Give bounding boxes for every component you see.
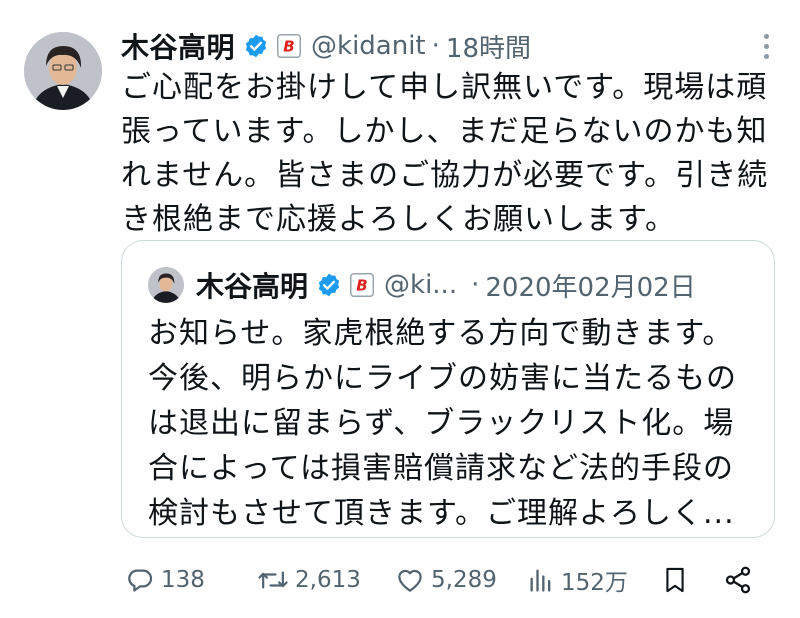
bookmark-icon xyxy=(661,564,689,596)
bushiroad-b-icon: B xyxy=(277,34,302,58)
quoted-avatar xyxy=(148,267,184,303)
views-button[interactable]: 152万 xyxy=(527,560,628,600)
like-count: 5,289 xyxy=(431,567,497,593)
quoted-tweet-text: お知らせ。家虎根絶する方向で動きます。今後、明らかにライブの妨害に当たるものは退… xyxy=(148,316,737,531)
like-button[interactable]: 5,289 xyxy=(395,560,497,600)
avatar[interactable] xyxy=(24,32,102,110)
tweet-text: ご心配をお掛けして申し訳無いです。現場は頑張っています。しかし、まだ足らないのか… xyxy=(121,70,769,237)
bookmark-button[interactable] xyxy=(661,560,689,600)
quoted-tweet-card[interactable]: 木谷高明 B @ki... · 2020年02月02日 お知らせ。家虎根絶する方… xyxy=(121,240,775,538)
action-bar: 138 2,613 5,289 152万 xyxy=(121,560,781,600)
svg-text:B: B xyxy=(283,38,294,56)
share-icon xyxy=(723,565,753,595)
like-icon xyxy=(395,565,425,595)
svg-text:B: B xyxy=(356,277,367,295)
bushiroad-b-icon: B xyxy=(350,273,375,297)
views-count: 152万 xyxy=(561,570,628,596)
views-icon xyxy=(527,565,555,595)
retweet-icon xyxy=(257,565,289,595)
separator-dot: · xyxy=(431,31,440,61)
verified-icon xyxy=(243,33,269,59)
quoted-tweet-header: 木谷高明 B @ki... · 2020年02月02日 xyxy=(148,265,756,305)
reply-count: 138 xyxy=(161,567,205,593)
retweet-count: 2,613 xyxy=(295,567,361,593)
retweet-button[interactable]: 2,613 xyxy=(257,560,361,600)
quoted-author-name: 木谷高明 xyxy=(196,270,309,303)
author-handle[interactable]: @kidanit xyxy=(311,31,426,61)
quoted-date: 2020年02月02日 xyxy=(485,272,696,303)
share-button[interactable] xyxy=(723,560,753,600)
timestamp[interactable]: 18時間 xyxy=(446,28,531,65)
separator-dot: · xyxy=(471,270,480,300)
reply-icon xyxy=(125,565,155,595)
tweet-header: 木谷高明 B @kidanit · 18時間 xyxy=(121,26,776,66)
more-options-icon[interactable] xyxy=(762,34,770,59)
verified-icon xyxy=(316,272,342,298)
reply-button[interactable]: 138 xyxy=(125,560,205,600)
author-name[interactable]: 木谷高明 xyxy=(121,26,235,66)
quoted-author-handle: @ki... xyxy=(384,270,458,300)
